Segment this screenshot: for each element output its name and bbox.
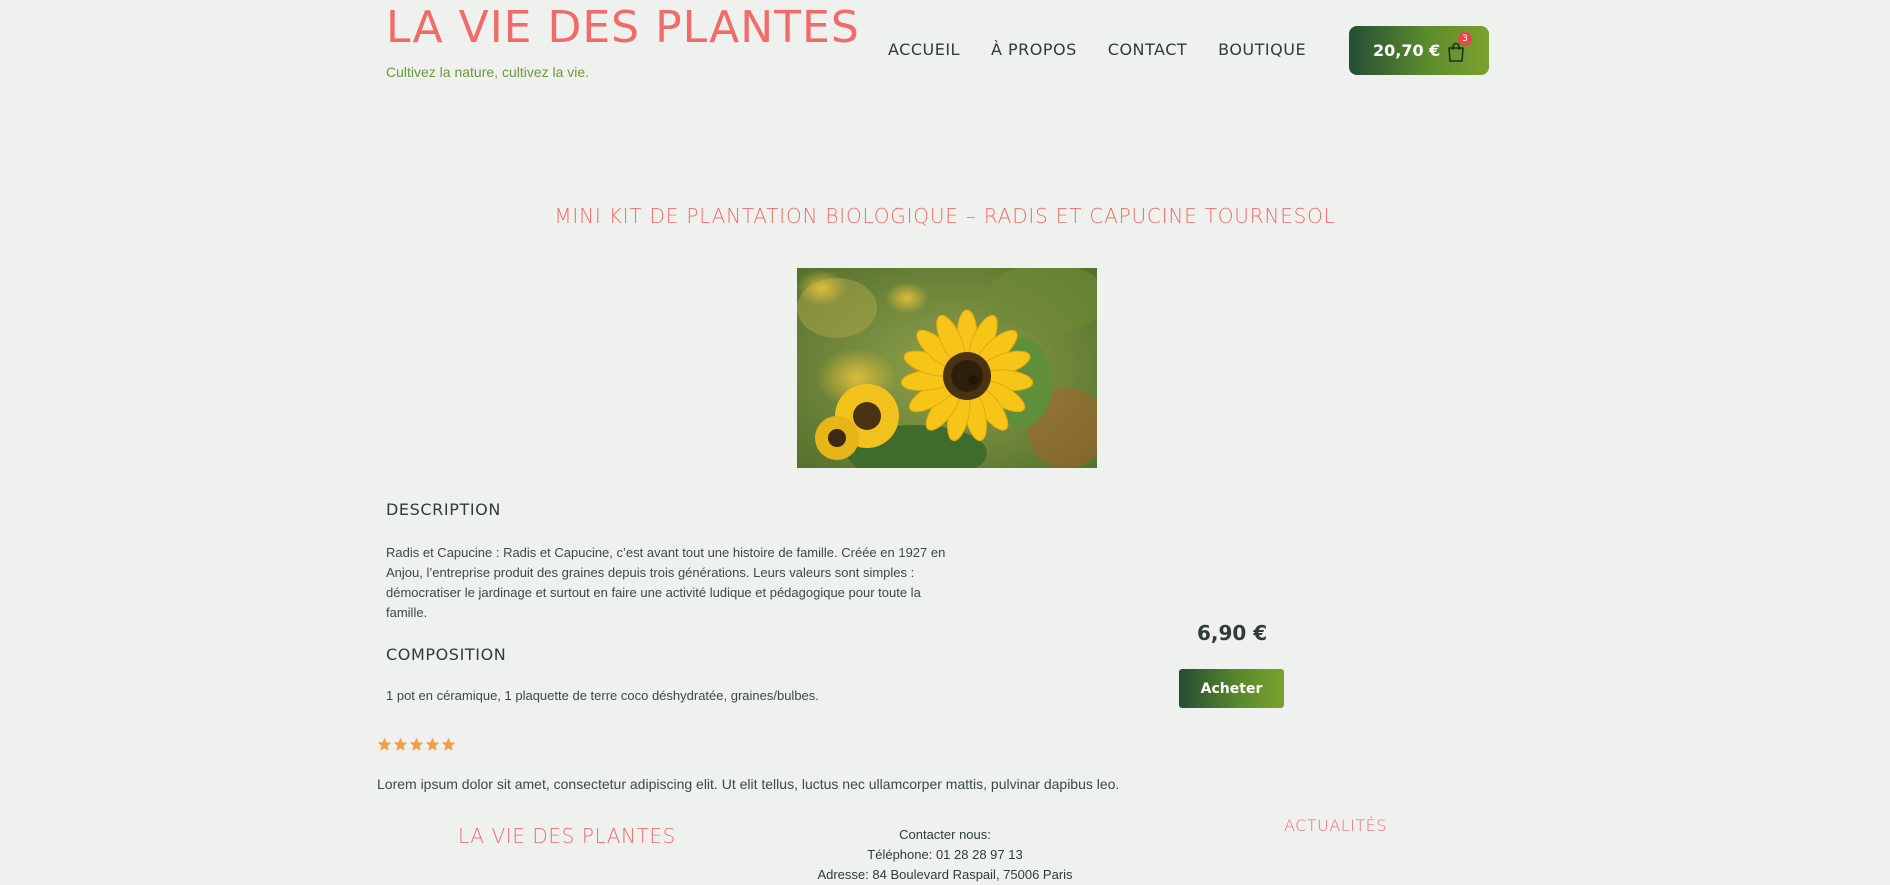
- footer-contact: Contacter nous: Téléphone: 01 28 28 97 1…: [760, 825, 1130, 885]
- main-nav: ACCUEIL À PROPOS CONTACT BOUTIQUE: [888, 40, 1306, 59]
- nav-a-propos[interactable]: À PROPOS: [991, 40, 1077, 59]
- contact-phone[interactable]: Téléphone: 01 28 28 97 13: [760, 845, 1130, 865]
- star-icon: [441, 737, 456, 751]
- cart-count-badge: 3: [1458, 32, 1472, 46]
- star-icon: [409, 737, 424, 751]
- cart-button[interactable]: 20,70 € 3: [1349, 26, 1489, 75]
- star-icon: [425, 737, 440, 751]
- composition-text: 1 pot en céramique, 1 plaquette de terre…: [386, 688, 819, 703]
- cart-total: 20,70 €: [1373, 41, 1441, 60]
- review-text: Lorem ipsum dolor sit amet, consectetur …: [377, 776, 1120, 792]
- product-title: MINI KIT DE PLANTATION BIOLOGIQUE – RADI…: [0, 204, 1890, 228]
- star-icon: [393, 737, 408, 751]
- contact-address: Adresse: 84 Boulevard Raspail, 75006 Par…: [817, 867, 1073, 882]
- product-image-sunflower[interactable]: [797, 268, 1097, 468]
- nav-boutique[interactable]: BOUTIQUE: [1218, 40, 1306, 59]
- product-title-text: MINI KIT DE PLANTATION BIOLOGIQUE – RADI…: [554, 204, 1336, 228]
- nav-contact[interactable]: CONTACT: [1108, 40, 1187, 59]
- description-heading: DESCRIPTION: [386, 500, 501, 519]
- description-text: Radis et Capucine : Radis et Capucine, c…: [386, 545, 946, 620]
- buy-button[interactable]: Acheter: [1179, 669, 1284, 708]
- rating-stars: [377, 737, 456, 752]
- star-icon: [377, 737, 392, 751]
- site-tagline: Cultivez la nature, cultivez la vie.: [386, 64, 590, 80]
- nav-accueil[interactable]: ACCUEIL: [888, 40, 960, 59]
- contact-label: Contacter nous:: [899, 827, 991, 842]
- footer-news-title: ACTUALITÉS: [1284, 816, 1387, 835]
- product-price: 6,90 €: [1197, 621, 1268, 645]
- site-title[interactable]: LA VIE DES PLANTES: [386, 2, 860, 53]
- composition-heading: COMPOSITION: [386, 645, 507, 664]
- footer-site-title: LA VIE DES PLANTES: [458, 824, 676, 848]
